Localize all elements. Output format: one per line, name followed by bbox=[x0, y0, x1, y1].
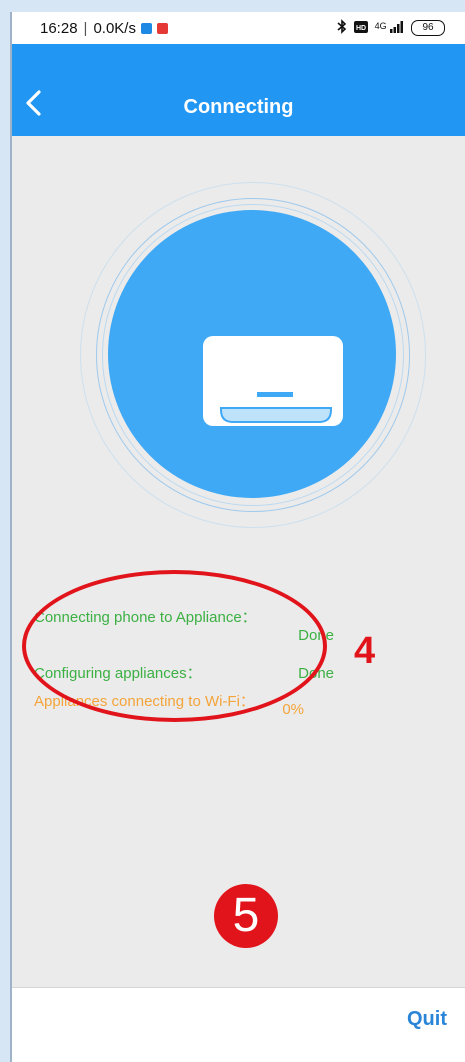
status-separator: | bbox=[83, 19, 88, 37]
svg-text:HD: HD bbox=[356, 25, 366, 32]
network-label: 4G bbox=[374, 20, 387, 31]
signal-4g-icon: 4G bbox=[374, 20, 404, 36]
bluetooth-icon bbox=[337, 19, 347, 37]
network-speed: 0.0K/s bbox=[93, 19, 136, 37]
step-status: 0% bbox=[282, 701, 304, 718]
annotation-number-5: 5 bbox=[214, 884, 278, 948]
app-notification-icon bbox=[140, 22, 152, 34]
status-time: 16:28 bbox=[40, 19, 78, 37]
annotation-ellipse bbox=[22, 570, 327, 722]
appliance-circle bbox=[108, 210, 396, 498]
air-conditioner-icon bbox=[203, 336, 343, 428]
annotation-number-4: 4 bbox=[354, 630, 376, 672]
status-bar: 16:28 | 0.0K/s HD 4G 96 bbox=[12, 12, 465, 44]
connection-illustration bbox=[80, 182, 426, 528]
phone-screen: 16:28 | 0.0K/s HD 4G 96 Connecting Conne… bbox=[12, 12, 465, 1062]
quit-button[interactable]: Quit bbox=[407, 1008, 447, 1031]
bottom-bar: Quit bbox=[12, 987, 465, 1062]
battery-icon: 96 bbox=[411, 20, 445, 36]
hd-icon: HD bbox=[353, 20, 368, 36]
location-notification-icon bbox=[156, 22, 168, 34]
title-bar: Connecting bbox=[12, 44, 465, 136]
page-title: Connecting bbox=[183, 96, 294, 118]
